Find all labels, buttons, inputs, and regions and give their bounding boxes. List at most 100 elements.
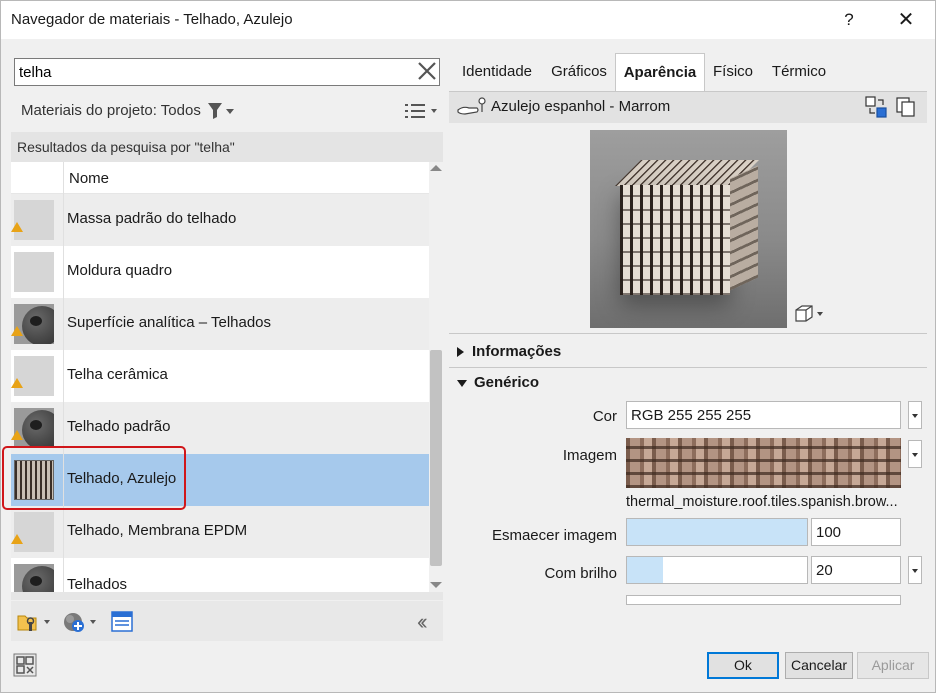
brilho-slider-fill <box>627 557 663 583</box>
preview-shape-icon[interactable] <box>793 303 825 323</box>
results-header: Resultados da pesquisa por "telha" <box>11 132 443 162</box>
brilho-label: Com brilho <box>544 565 617 582</box>
next-property-field[interactable] <box>626 595 901 605</box>
expand-icon <box>457 347 464 358</box>
material-editor-panel: Identidade Gráficos Aparência Físico Tér… <box>449 53 927 641</box>
material-preview-image <box>590 130 787 328</box>
title-bar: Navegador de materiais - Telhado, Azulej… <box>1 1 935 39</box>
list-item[interactable]: Moldura quadro <box>11 246 429 298</box>
imagem-texture-preview[interactable] <box>626 438 901 488</box>
warning-icon <box>11 378 23 388</box>
imagem-dropdown-icon[interactable] <box>908 440 922 468</box>
tab-aparencia[interactable]: Aparência <box>615 53 705 91</box>
search-input[interactable] <box>19 62 409 82</box>
list-item[interactable]: Superfície analítica – Telhados <box>11 298 429 350</box>
sphere-thumbnail-icon <box>14 564 54 592</box>
column-separator <box>63 506 64 558</box>
cor-field[interactable]: RGB 255 255 255 <box>626 401 901 429</box>
section-divider <box>449 367 927 368</box>
material-thumbnail <box>14 356 54 396</box>
selection-highlight-box <box>2 446 186 510</box>
asset-browser-icon[interactable] <box>111 611 133 633</box>
editor-tabs: Identidade Gráficos Aparência Físico Tér… <box>449 53 927 91</box>
preview-area <box>449 123 927 333</box>
asset-name: Azulejo espanhol - Marrom <box>491 98 671 115</box>
library-toolbar: ‹‹ <box>11 601 443 641</box>
list-column-header[interactable]: Nome <box>11 162 429 194</box>
list-item[interactable]: Telhado, Membrana EPDM <box>11 506 429 558</box>
column-separator <box>63 162 64 194</box>
hand-icon <box>455 96 487 118</box>
scroll-down-icon[interactable] <box>430 582 442 588</box>
filter-icon[interactable] <box>207 101 237 121</box>
warning-icon <box>11 222 23 232</box>
help-button[interactable]: ? <box>837 7 861 33</box>
cube-side-face <box>730 165 758 291</box>
list-item-label: Telha cerâmica <box>67 366 168 383</box>
list-item[interactable]: Massa padrão do telhado <box>11 194 429 246</box>
esmaecer-label: Esmaecer imagem <box>491 527 617 544</box>
ok-button[interactable]: Ok <box>707 652 779 679</box>
horizontal-scrollbar[interactable] <box>11 592 443 600</box>
brilho-value-field[interactable]: 20 <box>811 556 901 584</box>
section-informacoes[interactable]: Informações <box>457 343 561 360</box>
collapse-icon <box>457 379 467 387</box>
material-thumbnail <box>14 252 54 292</box>
close-button[interactable]: ✕ <box>891 7 921 33</box>
column-name-label: Nome <box>69 170 110 187</box>
tab-identidade[interactable]: Identidade <box>451 53 543 91</box>
list-item-label: Telhado padrão <box>67 418 171 435</box>
library-folder-icon[interactable] <box>17 611 53 633</box>
warning-icon <box>11 430 23 440</box>
list-item-label: Telhados <box>67 576 128 592</box>
list-item-label: Moldura quadro <box>67 262 173 279</box>
scroll-up-icon[interactable] <box>430 165 442 171</box>
list-item-label: Massa padrão do telhado <box>67 210 237 227</box>
warning-icon <box>11 534 23 544</box>
cor-dropdown-icon[interactable] <box>908 401 922 429</box>
brilho-slider[interactable] <box>626 556 808 584</box>
material-thumbnail <box>14 512 54 552</box>
results-header-label: Resultados da pesquisa por "telha" <box>17 139 235 155</box>
column-separator <box>63 558 64 592</box>
filter-bar: Materiais do projeto: Todos <box>11 97 443 125</box>
create-material-icon[interactable] <box>63 611 99 633</box>
section-informacoes-label: Informações <box>472 343 562 360</box>
tab-fisico[interactable]: Físico <box>705 53 761 91</box>
collapse-panel-icon[interactable]: ‹‹ <box>417 609 427 635</box>
cancel-button[interactable]: Cancelar <box>785 652 853 679</box>
imagem-label: Imagem <box>562 447 617 464</box>
brilho-dropdown-icon[interactable] <box>908 556 922 584</box>
duplicate-asset-icon[interactable] <box>895 96 917 118</box>
tab-graficos[interactable]: Gráficos <box>543 53 615 91</box>
column-separator <box>63 194 64 246</box>
imagem-filename[interactable]: thermal_moisture.roof.tiles.spanish.brow… <box>626 494 906 510</box>
apply-button[interactable]: Aplicar <box>857 652 929 679</box>
esmaecer-slider[interactable] <box>626 518 808 546</box>
sphere-thumbnail-icon <box>14 408 54 448</box>
filter-label: Materiais do projeto: Todos <box>21 102 201 119</box>
tab-termico[interactable]: Térmico <box>761 53 837 91</box>
list-scrollbar[interactable] <box>429 162 443 592</box>
replace-asset-icon[interactable] <box>865 96 887 118</box>
sphere-thumbnail-icon <box>14 304 54 344</box>
esmaecer-value-field[interactable]: 100 <box>811 518 901 546</box>
material-settings-icon[interactable] <box>13 653 37 677</box>
window-title: Navegador de materiais - Telhado, Azulej… <box>11 11 293 28</box>
list-item-label: Superfície analítica – Telhados <box>67 314 272 331</box>
material-browser-window: Navegador de materiais - Telhado, Azulej… <box>0 0 936 693</box>
list-item[interactable]: Telha cerâmica <box>11 350 429 402</box>
section-generico[interactable]: Genérico <box>457 374 539 391</box>
list-view-icon[interactable] <box>403 101 441 121</box>
material-list: Nome Massa padrão do telhado Moldura qua… <box>11 162 429 592</box>
scroll-thumb[interactable] <box>430 350 442 566</box>
list-item-label: Telhado, Membrana EPDM <box>67 522 248 539</box>
esmaecer-slider-fill <box>627 519 807 545</box>
list-item[interactable]: Telhados <box>11 558 429 592</box>
column-separator <box>63 350 64 402</box>
asset-bar: Azulejo espanhol - Marrom <box>449 91 927 123</box>
section-generico-label: Genérico <box>474 374 540 391</box>
cor-label: Cor <box>592 408 617 425</box>
section-divider <box>449 333 927 334</box>
close-icon[interactable] <box>415 60 439 84</box>
